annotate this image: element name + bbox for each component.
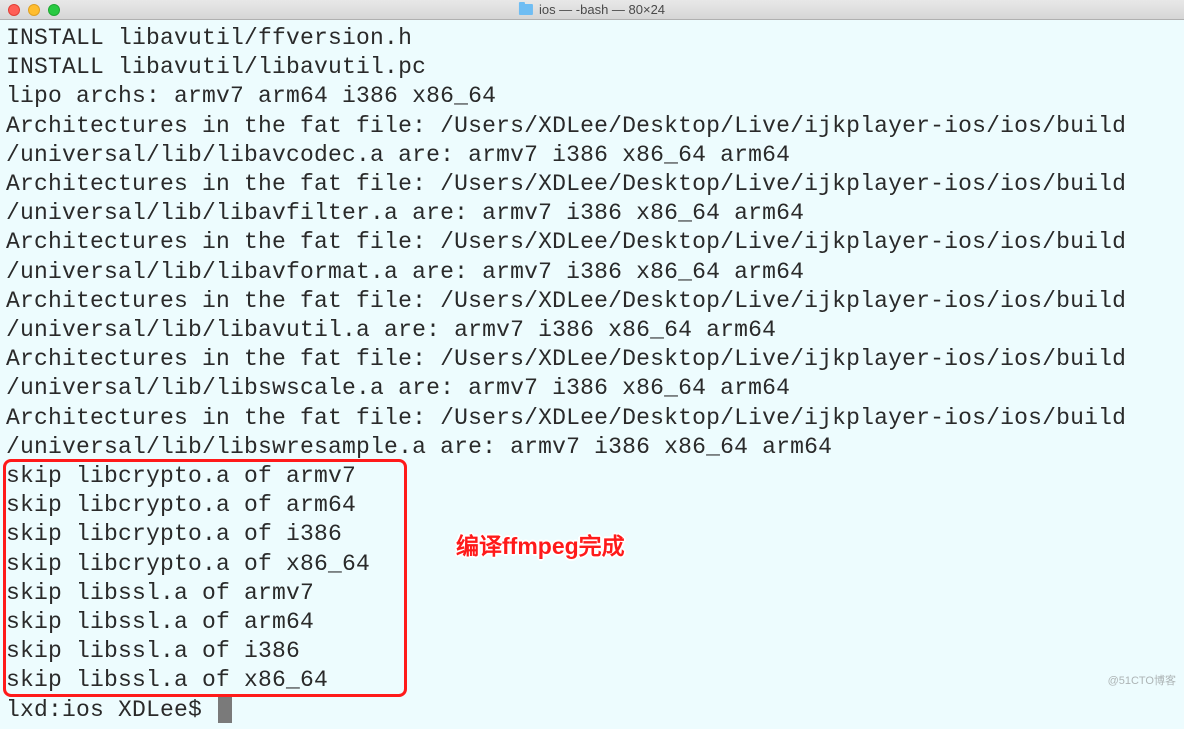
- terminal-line: Architectures in the fat file: /Users/XD…: [6, 405, 1126, 431]
- terminal-line: /universal/lib/libswresample.a are: armv…: [6, 434, 846, 460]
- window-title-container: ios — -bash — 80×24: [519, 2, 665, 17]
- folder-icon: [519, 4, 533, 15]
- terminal-line: Architectures in the fat file: /Users/XD…: [6, 346, 1126, 372]
- traffic-lights: [0, 4, 60, 16]
- terminal-line: skip libssl.a of i386: [6, 638, 300, 664]
- terminal-line: Architectures in the fat file: /Users/XD…: [6, 171, 1126, 197]
- terminal-line: Architectures in the fat file: /Users/XD…: [6, 229, 1126, 255]
- terminal-line: skip libcrypto.a of i386: [6, 521, 342, 547]
- terminal-line: lipo archs: armv7 arm64 i386 x86_64: [6, 83, 496, 109]
- terminal-line: skip libcrypto.a of armv7: [6, 463, 356, 489]
- terminal-output[interactable]: INSTALL libavutil/ffversion.h INSTALL li…: [0, 20, 1184, 729]
- terminal-line: /universal/lib/libswscale.a are: armv7 i…: [6, 375, 804, 401]
- terminal-line: skip libssl.a of arm64: [6, 609, 314, 635]
- terminal-line: INSTALL libavutil/libavutil.pc: [6, 54, 426, 80]
- window-titlebar: ios — -bash — 80×24: [0, 0, 1184, 20]
- terminal-line: /universal/lib/libavcodec.a are: armv7 i…: [6, 142, 804, 168]
- maximize-button[interactable]: [48, 4, 60, 16]
- terminal-line: Architectures in the fat file: /Users/XD…: [6, 288, 1126, 314]
- terminal-line: skip libssl.a of armv7: [6, 580, 314, 606]
- terminal-prompt: lxd:ios XDLee$: [6, 697, 216, 723]
- terminal-line: skip libcrypto.a of arm64: [6, 492, 356, 518]
- terminal-line: /universal/lib/libavfilter.a are: armv7 …: [6, 200, 818, 226]
- window-title: ios — -bash — 80×24: [539, 2, 665, 17]
- terminal-line: /universal/lib/libavformat.a are: armv7 …: [6, 259, 818, 285]
- terminal-line: Architectures in the fat file: /Users/XD…: [6, 113, 1126, 139]
- terminal-line: INSTALL libavutil/ffversion.h: [6, 25, 412, 51]
- terminal-line: skip libssl.a of x86_64: [6, 667, 328, 693]
- terminal-line: /universal/lib/libavutil.a are: armv7 i3…: [6, 317, 790, 343]
- cursor: [218, 697, 232, 723]
- close-button[interactable]: [8, 4, 20, 16]
- terminal-line: skip libcrypto.a of x86_64: [6, 551, 370, 577]
- minimize-button[interactable]: [28, 4, 40, 16]
